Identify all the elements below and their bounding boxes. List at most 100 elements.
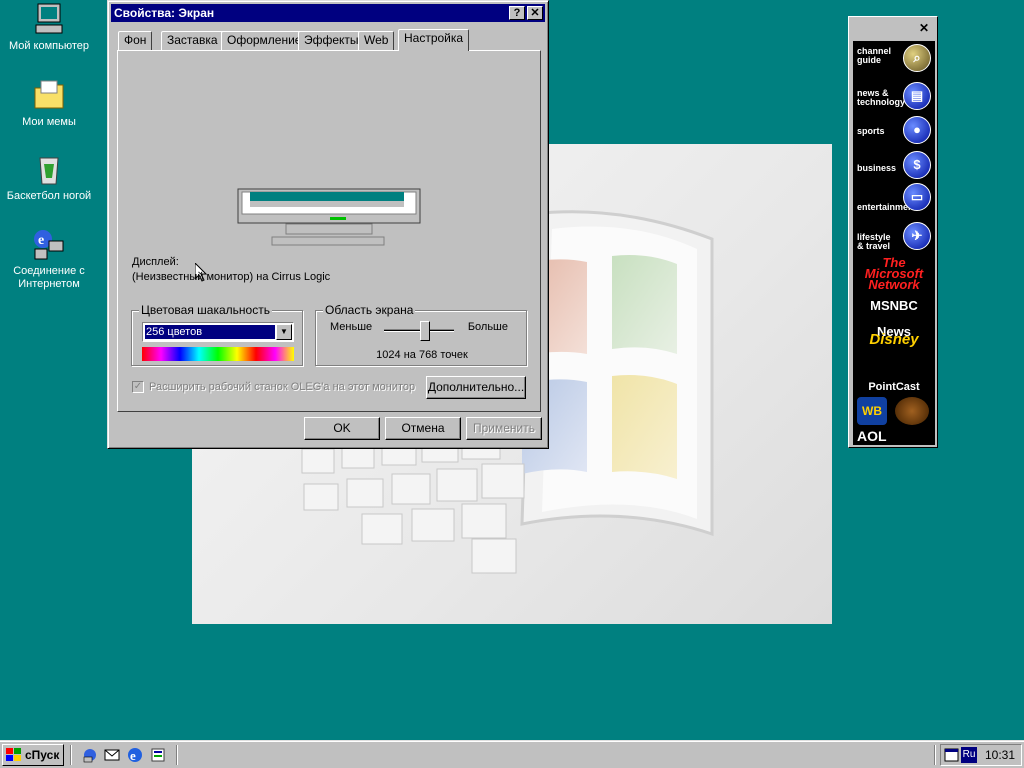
channel-bar-close-icon[interactable]: ✕ — [919, 21, 929, 35]
start-label: сПуск — [25, 748, 60, 762]
channel-label: technology — [857, 97, 906, 107]
tab-screensaver[interactable]: Заставка — [161, 31, 224, 50]
channel-business-item[interactable]: business $ — [853, 148, 935, 182]
magnifier-icon: ⌕ — [903, 44, 931, 72]
help-button[interactable]: ? — [509, 6, 525, 20]
tab-label: Фон — [124, 33, 147, 47]
color-depth-select[interactable]: 256 цветов ▼ — [142, 322, 294, 342]
display-properties-window: Свойства: Экран ? ✕ Фон Заставка Оформле… — [107, 0, 549, 449]
close-button[interactable]: ✕ — [527, 6, 543, 20]
tab-label: Web — [364, 33, 389, 47]
color-depth-legend: Цветовая шакальность — [139, 303, 272, 317]
tab-web[interactable]: Web — [358, 31, 395, 50]
desktop-icon-label: Мои мемы — [22, 116, 76, 128]
channel-label: sports — [857, 126, 885, 136]
desktop-quicklaunch-icon[interactable] — [82, 747, 98, 763]
newspaper-icon: ▤ — [903, 82, 931, 110]
channel-sports-item[interactable]: sports ● — [853, 113, 935, 147]
cancel-button[interactable]: Отмена — [385, 417, 461, 440]
resolution-slider-thumb[interactable] — [420, 321, 430, 341]
tab-effects[interactable]: Эффекты — [298, 31, 365, 50]
apply-button-label: Применить — [472, 421, 535, 435]
advanced-button-label: Дополнительно... — [427, 380, 525, 394]
desktop-icon-label: Соединение с Интернетом — [13, 265, 85, 290]
airplane-icon: ✈ — [903, 222, 931, 250]
internet-connection-desktop-icon[interactable]: e Соединение с Интернетом — [1, 227, 97, 291]
tab-background[interactable]: Фон — [118, 31, 153, 50]
svg-text:e: e — [38, 233, 44, 248]
channel-entertainment-item[interactable]: entertainment ▭ — [853, 183, 935, 217]
my-computer-desktop-icon[interactable]: Мой компьютер — [1, 2, 97, 53]
aol-logo[interactable]: AOL — [855, 427, 933, 445]
tab-label: Эффекты — [304, 33, 359, 47]
display-label: Дисплей: — [132, 256, 179, 268]
my-memes-desktop-icon[interactable]: Мои мемы — [1, 78, 97, 129]
msnbc-news-logo[interactable]: MSNBC News — [855, 293, 933, 339]
more-label: Больше — [467, 321, 508, 333]
extend-desktop-label: Расширить рабочий станок OLEG'а на этот … — [149, 381, 416, 393]
advanced-button[interactable]: Дополнительно... — [426, 376, 526, 399]
color-depth-value: 256 цветов — [145, 325, 275, 339]
display-value: (Неизвестный монитор) на Cirrus Logic — [132, 271, 331, 283]
outlook-quicklaunch-icon[interactable] — [104, 747, 120, 763]
tab-settings[interactable]: Настройка — [398, 29, 470, 51]
chevron-down-icon[interactable]: ▼ — [276, 324, 292, 340]
language-indicator[interactable]: Ru — [961, 747, 977, 763]
title-bar[interactable]: Свойства: Экран ? ✕ — [111, 4, 545, 22]
windows-logo-icon — [6, 748, 21, 762]
system-tray: Ru 10:31 — [940, 744, 1022, 766]
taz-mascot-icon — [895, 397, 929, 425]
channels-quicklaunch-icon[interactable] — [150, 747, 166, 763]
channel-bar: ✕ channel guide ⌕ news & technology ▤ spor… — [848, 16, 938, 448]
monitor-preview — [236, 187, 422, 249]
resolution-slider-track — [384, 329, 454, 332]
window-title: Свойства: Экран — [114, 6, 215, 20]
channel-lifestyle-item[interactable]: lifestyle & travel ✈ — [853, 219, 935, 253]
extend-desktop-checkbox[interactable]: ✓ — [132, 381, 144, 393]
task-scheduler-icon[interactable] — [944, 747, 960, 763]
tab-label: Настройка — [404, 31, 464, 45]
apply-button[interactable]: Применить — [466, 417, 542, 440]
folder-icon — [32, 78, 66, 112]
taskbar: сПуск e Ru 10:31 — [0, 740, 1024, 768]
help-icon: ? — [513, 7, 521, 19]
channel-label: & travel — [857, 241, 891, 251]
computer-icon — [32, 2, 66, 36]
tv-icon: ▭ — [903, 183, 931, 211]
close-icon: ✕ — [530, 7, 540, 19]
ok-button[interactable]: OK — [304, 417, 380, 440]
wb-logo[interactable]: WB — [857, 397, 887, 425]
screen-area-legend: Область экрана — [323, 303, 416, 317]
disney-logo[interactable]: Disney — [855, 323, 933, 357]
color-spectrum-bar — [142, 347, 294, 361]
start-button[interactable]: сПуск — [2, 744, 64, 766]
recycle-bin-desktop-icon[interactable]: Баскетбол ногой — [1, 152, 97, 203]
cancel-button-label: Отмена — [401, 421, 445, 435]
channel-guide-item[interactable]: channel guide ⌕ — [853, 41, 935, 75]
color-depth-group: Цветовая шакальность 256 цветов ▼ — [131, 303, 303, 366]
ie-quicklaunch-icon[interactable]: e — [126, 746, 144, 764]
taskbar-separator — [176, 745, 178, 765]
clock[interactable]: 10:31 — [985, 748, 1015, 762]
channel-label: business — [857, 163, 897, 173]
taskbar-separator — [934, 745, 936, 765]
screen-area-group: Область экрана Меньше Больше 1024 на 768… — [315, 303, 527, 366]
settings-panel: Дисплей: (Неизвестный монитор) на Cirrus… — [117, 50, 541, 412]
channel-label: guide — [857, 55, 881, 65]
dollar-icon: $ — [903, 151, 931, 179]
tab-appearance[interactable]: Оформление — [221, 31, 308, 50]
resolution-value: 1024 на 768 точек — [376, 349, 468, 361]
tab-label: Оформление — [227, 33, 302, 47]
less-label: Меньше — [330, 321, 373, 333]
taskbar-separator — [70, 745, 72, 765]
channel-news-item[interactable]: news & technology ▤ — [853, 79, 935, 113]
svg-text:e: e — [130, 748, 136, 763]
desktop-icon-label: Мой компьютер — [8, 40, 90, 52]
ok-button-label: OK — [333, 421, 351, 435]
ball-icon: ● — [903, 116, 931, 144]
tab-label: Заставка — [167, 33, 218, 47]
pointcast-logo[interactable]: PointCast — [855, 361, 933, 393]
internet-connection-icon: e — [32, 227, 66, 261]
msn-logo[interactable]: The Microsoft Network — [855, 256, 933, 291]
channel-list: channel guide ⌕ news & technology ▤ sports… — [853, 41, 935, 445]
